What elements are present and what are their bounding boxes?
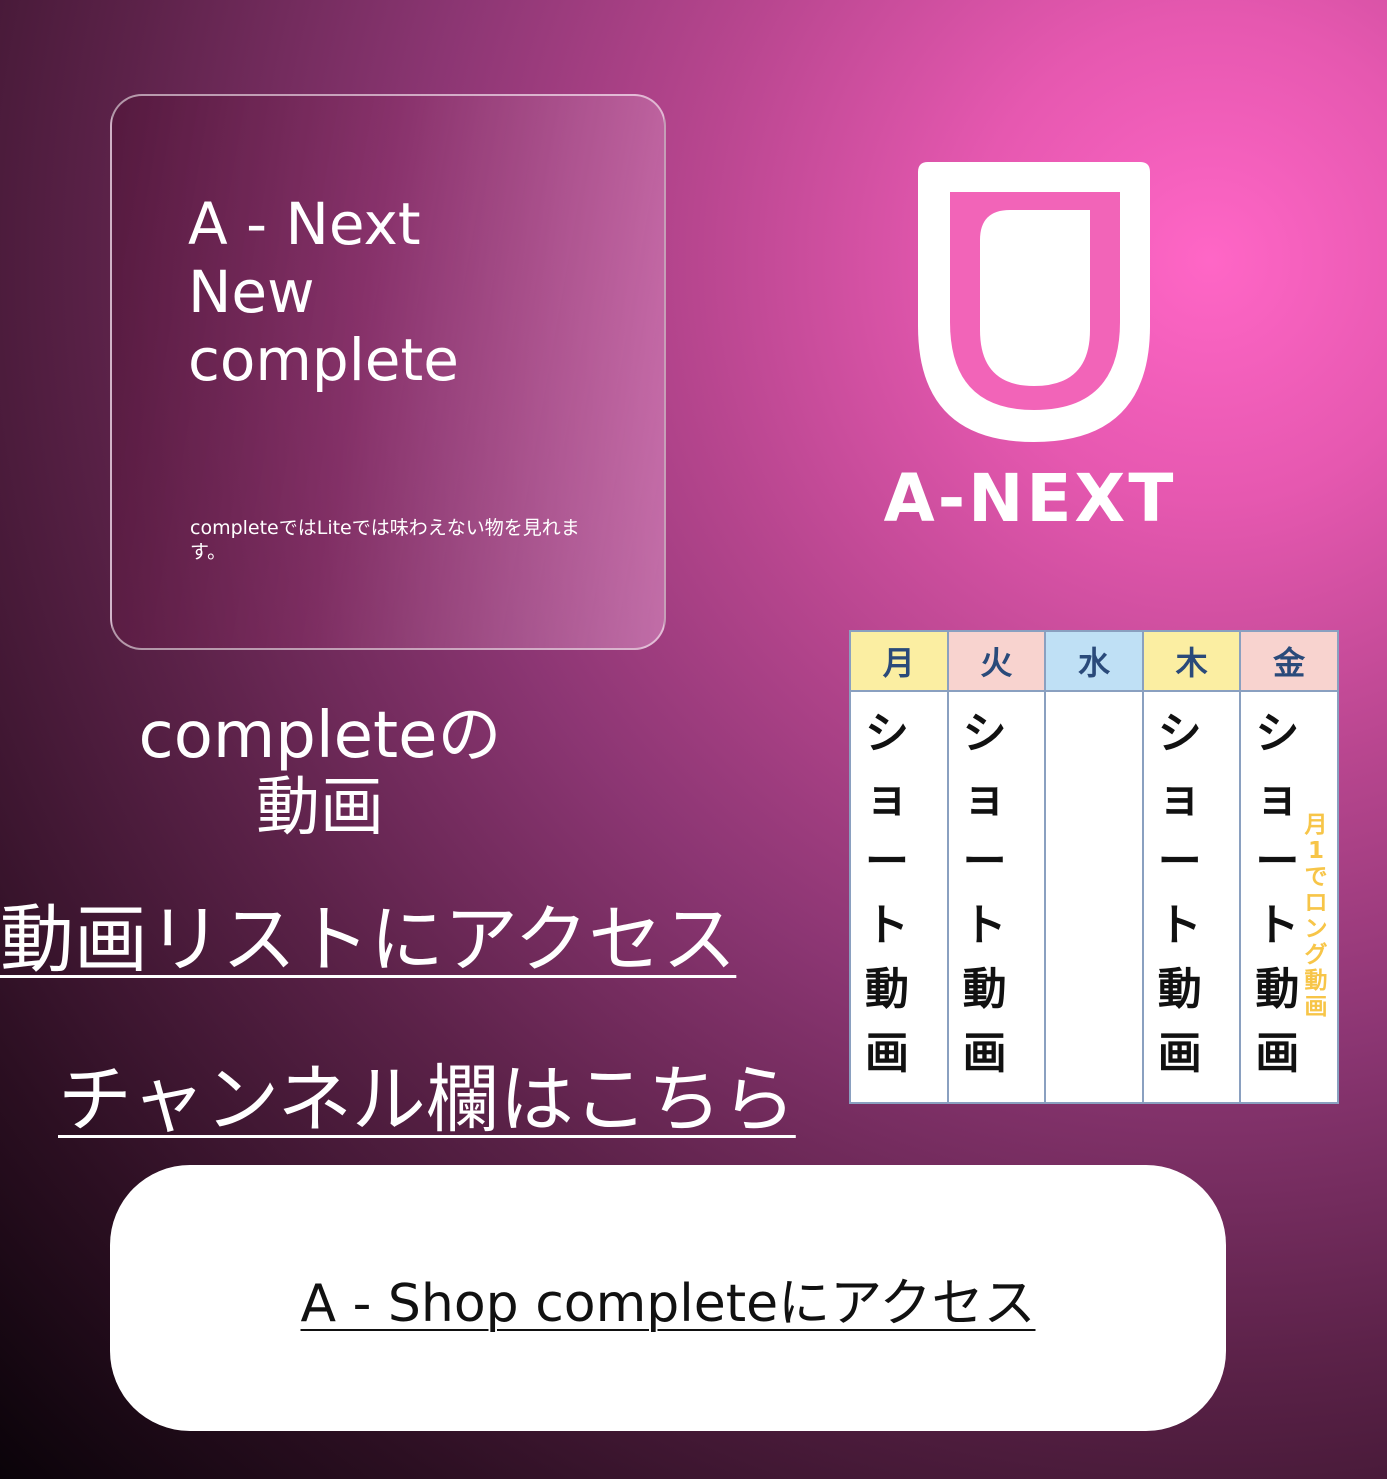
schedule-column-fri: 金 シ ョ ー ト 動 画 月 1 で ロ ン グ 動 画 xyxy=(1241,632,1337,1102)
shop-complete-link[interactable]: A - Shop completeにアクセス xyxy=(301,1261,1036,1336)
content-char: 画 xyxy=(1157,1028,1202,1079)
note-char: で xyxy=(1304,864,1328,890)
shield-icon xyxy=(918,162,1150,442)
content-char: シ xyxy=(1255,708,1300,759)
content-char: ー xyxy=(865,836,909,887)
content-char: ョ xyxy=(865,772,909,823)
content-char: ョ xyxy=(1157,772,1202,823)
content-char: ト xyxy=(962,900,1007,951)
video-title-line1: completeの xyxy=(138,699,502,773)
day-header: 木 xyxy=(1143,632,1240,692)
schedule-column-tue: 火 シ ョ ー ト 動 画 xyxy=(948,632,1047,1102)
day-header: 火 xyxy=(948,632,1045,692)
card-description: completeではLiteでは味わえない物を見れます。 xyxy=(190,517,580,563)
channel-link[interactable]: チャンネル欄はこちら xyxy=(58,1040,796,1147)
content-char: ト xyxy=(1157,900,1202,951)
note-char: ロ xyxy=(1304,890,1328,916)
schedule-table: 月 シ ョ ー ト 動 画 火 シ ョ ー ト 動 画 水 木 シ ョ ー ト xyxy=(849,630,1339,1104)
content-char: 画 xyxy=(1255,1028,1300,1079)
schedule-column-mon: 月 シ ョ ー ト 動 画 xyxy=(851,632,949,1102)
note-char: グ xyxy=(1304,942,1328,968)
content-char: ト xyxy=(865,900,909,951)
content-char: ー xyxy=(1157,836,1202,887)
schedule-column-thu: 木 シ ョ ー ト 動 画 xyxy=(1143,632,1242,1102)
day-header: 水 xyxy=(1046,632,1142,692)
content-char: 画 xyxy=(865,1028,909,1079)
card-title-line: A - Next xyxy=(188,190,421,258)
video-section-title: completeの 動画 xyxy=(90,700,550,844)
note-char: 画 xyxy=(1304,994,1328,1020)
note-char: 1 xyxy=(1307,838,1324,864)
card-title-line: New xyxy=(188,258,315,326)
day-content: シ ョ ー ト 動 画 xyxy=(1144,692,1240,1102)
card-title-line: complete xyxy=(188,326,459,394)
day-content: シ ョ ー ト 動 画 xyxy=(851,692,947,1102)
day-header: 金 xyxy=(1241,632,1337,692)
schedule-column-wed: 水 xyxy=(1046,632,1144,1102)
day-content: シ ョ ー ト 動 画 xyxy=(949,692,1045,1102)
content-char: シ xyxy=(1157,708,1202,759)
day-header: 月 xyxy=(851,632,947,692)
content-char: シ xyxy=(865,708,909,759)
note-char: 月 xyxy=(1304,812,1328,838)
content-char: 画 xyxy=(962,1028,1007,1079)
card-title: A - Next New complete xyxy=(188,190,459,394)
monthly-long-video-note: 月 1 で ロ ン グ 動 画 xyxy=(1301,812,1331,1020)
video-list-link[interactable]: 動画リストにアクセス xyxy=(0,880,736,987)
content-char: 動 xyxy=(962,964,1007,1015)
video-title-line2: 動画 xyxy=(256,771,384,845)
content-char: 動 xyxy=(865,964,909,1015)
shop-complete-button[interactable]: A - Shop completeにアクセス xyxy=(110,1165,1226,1431)
note-char: 動 xyxy=(1304,968,1328,994)
content-char: ー xyxy=(962,836,1007,887)
content-char: 動 xyxy=(1157,964,1202,1015)
brand-logo-text: A-NEXT xyxy=(883,460,1177,537)
day-content xyxy=(1046,692,1142,1102)
content-char: ョ xyxy=(962,772,1007,823)
content-char: シ xyxy=(962,708,1007,759)
note-char: ン xyxy=(1304,916,1328,942)
